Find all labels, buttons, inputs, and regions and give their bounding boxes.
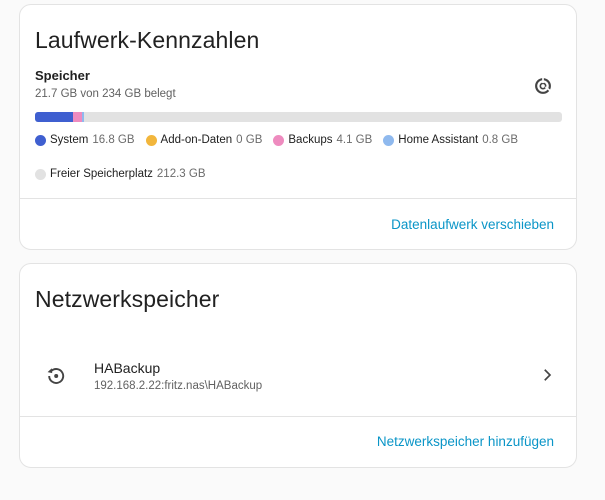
storage-bar-segment-system xyxy=(35,112,73,122)
legend-color-dot xyxy=(35,134,46,146)
storage-usage-bar xyxy=(35,112,562,122)
legend-item: Home Assistant 0.8 GB xyxy=(383,133,518,147)
storage-legend: System 16.8 GB Add-on-Daten 0 GB Backups 4.1 … xyxy=(35,133,565,181)
share-path: 192.168.2.22:fritz.nas\HABackup xyxy=(94,380,263,392)
legend-value: 4.1 GB xyxy=(336,134,373,146)
legend-color-dot xyxy=(145,134,157,146)
legend-label: Backups xyxy=(288,134,333,146)
network-storage-card: Netzwerkspeicher HABackup 192.168.2.22:f… xyxy=(19,263,577,468)
backup-restore-icon xyxy=(44,364,68,388)
legend-label: Freier Speicherplatz xyxy=(50,168,153,180)
add-network-storage-button[interactable]: Netzwerkspeicher hinzufügen xyxy=(377,434,554,449)
legend-value: 0.8 GB xyxy=(482,134,519,146)
legend-label: Home Assistant xyxy=(398,134,479,146)
legend-item: System 16.8 GB xyxy=(35,133,135,147)
legend-value: 16.8 GB xyxy=(92,134,135,146)
storage-section-label: Speicher xyxy=(35,68,90,83)
share-name: HABackup xyxy=(94,360,161,376)
storage-metrics-card: Laufwerk-Kennzahlen Speicher 21.7 GB von… xyxy=(19,4,577,250)
legend-color-dot xyxy=(35,168,46,180)
move-data-disk-button[interactable]: Datenlaufwerk verschieben xyxy=(391,217,554,232)
chart-donut-icon[interactable] xyxy=(530,73,556,99)
card-divider xyxy=(20,416,576,417)
storage-usage-text: 21.7 GB von 234 GB belegt xyxy=(35,88,176,100)
storage-bar-segment-backups xyxy=(72,112,83,122)
card-divider xyxy=(20,198,576,199)
legend-value: 0 GB xyxy=(236,134,263,146)
legend-item: Freier Speicherplatz 212.3 GB xyxy=(35,167,206,181)
legend-item: Backups 4.1 GB xyxy=(273,133,372,147)
network-card-title: Netzwerkspeicher xyxy=(35,286,220,312)
legend-value: 212.3 GB xyxy=(156,168,206,180)
chevron-right-icon xyxy=(538,366,556,384)
legend-label: System xyxy=(50,134,89,146)
legend-label: Add-on-Daten xyxy=(160,134,233,146)
network-share-item[interactable]: HABackup 192.168.2.22:fritz.nas\HABackup xyxy=(20,346,576,404)
storage-card-title: Laufwerk-Kennzahlen xyxy=(35,27,260,53)
storage-bar-segment-home-assistant xyxy=(82,112,84,122)
legend-color-dot xyxy=(383,134,395,146)
legend-color-dot xyxy=(273,134,285,146)
legend-item: Add-on-Daten 0 GB xyxy=(145,133,263,147)
